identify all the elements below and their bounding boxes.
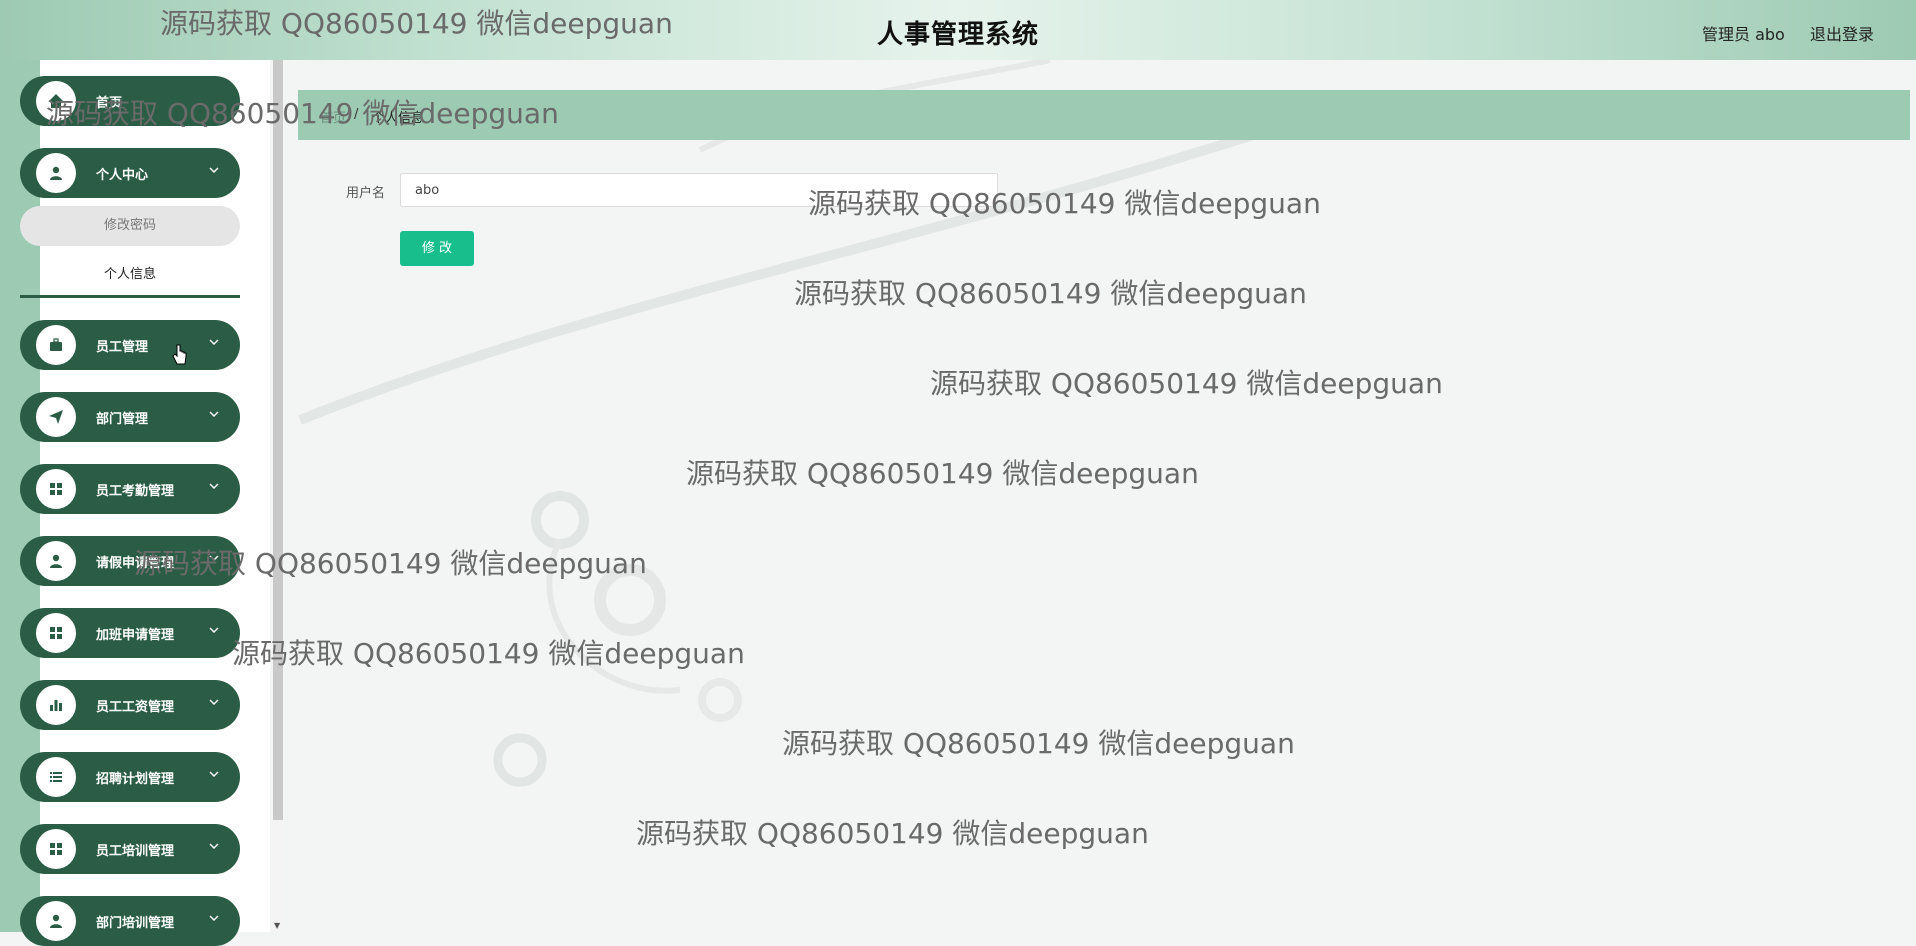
sidebar-scrollbar[interactable]: ▼ xyxy=(272,60,284,932)
sidebar-item-home[interactable]: 首页 xyxy=(20,76,240,126)
chevron-down-icon xyxy=(209,339,219,346)
grid-icon xyxy=(36,469,76,509)
sidebar-item-dept-training[interactable]: 部门培训管理 xyxy=(20,896,240,946)
update-button[interactable]: 修 改 xyxy=(400,231,474,266)
sidebar-item-employee[interactable]: 员工管理 xyxy=(20,320,240,370)
user-icon xyxy=(36,901,76,941)
breadcrumb-current: 个人信息 xyxy=(372,111,425,126)
top-header: 人事管理系统 管理员 abo 退出登录 xyxy=(0,0,1916,60)
sidebar-item-label: 个人中心 xyxy=(96,168,149,183)
chevron-down-icon xyxy=(209,699,219,706)
scrollbar-thumb[interactable] xyxy=(273,60,283,820)
mouse-cursor-icon xyxy=(172,344,187,365)
submenu-personal-info[interactable]: 个人信息 xyxy=(20,255,240,298)
sidebar-item-label: 请假申请管理 xyxy=(96,556,175,571)
user-icon xyxy=(36,541,76,581)
chevron-down-icon xyxy=(209,167,219,174)
sidebar-item-department[interactable]: 部门管理 xyxy=(20,392,240,442)
briefcase-icon xyxy=(36,325,76,365)
sidebar-item-overtime[interactable]: 加班申请管理 xyxy=(20,608,240,658)
breadcrumb-home[interactable]: 首页 xyxy=(320,107,346,126)
chevron-down-icon xyxy=(209,483,219,490)
chevron-down-icon xyxy=(209,411,219,418)
username-field[interactable] xyxy=(400,173,998,207)
chevron-down-icon xyxy=(209,627,219,634)
sidebar-item-label: 部门管理 xyxy=(96,412,149,427)
sidebar-item-label: 员工管理 xyxy=(96,340,149,355)
sidebar-item-label: 员工考勤管理 xyxy=(96,484,175,499)
breadcrumb: 首页 / 个人信息 xyxy=(298,90,1910,140)
sidebar-item-salary[interactable]: 员工工资管理 xyxy=(20,680,240,730)
sidebar-item-label: 首页 xyxy=(96,96,123,111)
sidebar-item-label: 员工培训管理 xyxy=(96,844,175,859)
chevron-down-icon xyxy=(209,915,219,922)
sidebar-item-attendance[interactable]: 员工考勤管理 xyxy=(20,464,240,514)
sidebar-item-personal-center[interactable]: 个人中心 xyxy=(20,148,240,198)
send-icon xyxy=(36,397,76,437)
breadcrumb-separator: / xyxy=(354,107,359,122)
user-icon xyxy=(36,153,76,193)
username-label: 用户名 xyxy=(346,186,386,201)
logout-link[interactable]: 退出登录 xyxy=(1810,21,1874,45)
grid-icon xyxy=(36,829,76,869)
sidebar-item-label: 加班申请管理 xyxy=(96,628,175,643)
grid-icon xyxy=(36,613,76,653)
submenu-change-password[interactable]: 修改密码 xyxy=(20,206,240,246)
chevron-down-icon xyxy=(209,771,219,778)
sidebar-item-label: 部门培训管理 xyxy=(96,916,175,931)
sidebar-item-label: 招聘计划管理 xyxy=(96,772,175,787)
sidebar-item-label: 员工工资管理 xyxy=(96,700,175,715)
admin-user-label: 管理员 abo xyxy=(1702,25,1785,44)
chevron-down-icon xyxy=(209,843,219,850)
sidebar-item-leave[interactable]: 请假申请管理 xyxy=(20,536,240,586)
scroll-down-arrow[interactable]: ▼ xyxy=(274,921,280,930)
app-title: 人事管理系统 xyxy=(876,20,1039,50)
sidebar-item-training[interactable]: 员工培训管理 xyxy=(20,824,240,874)
bar-chart-icon xyxy=(36,685,76,725)
chevron-down-icon xyxy=(209,555,219,562)
sidebar-item-recruitment[interactable]: 招聘计划管理 xyxy=(20,752,240,802)
home-icon xyxy=(36,81,76,121)
list-icon xyxy=(36,757,76,797)
